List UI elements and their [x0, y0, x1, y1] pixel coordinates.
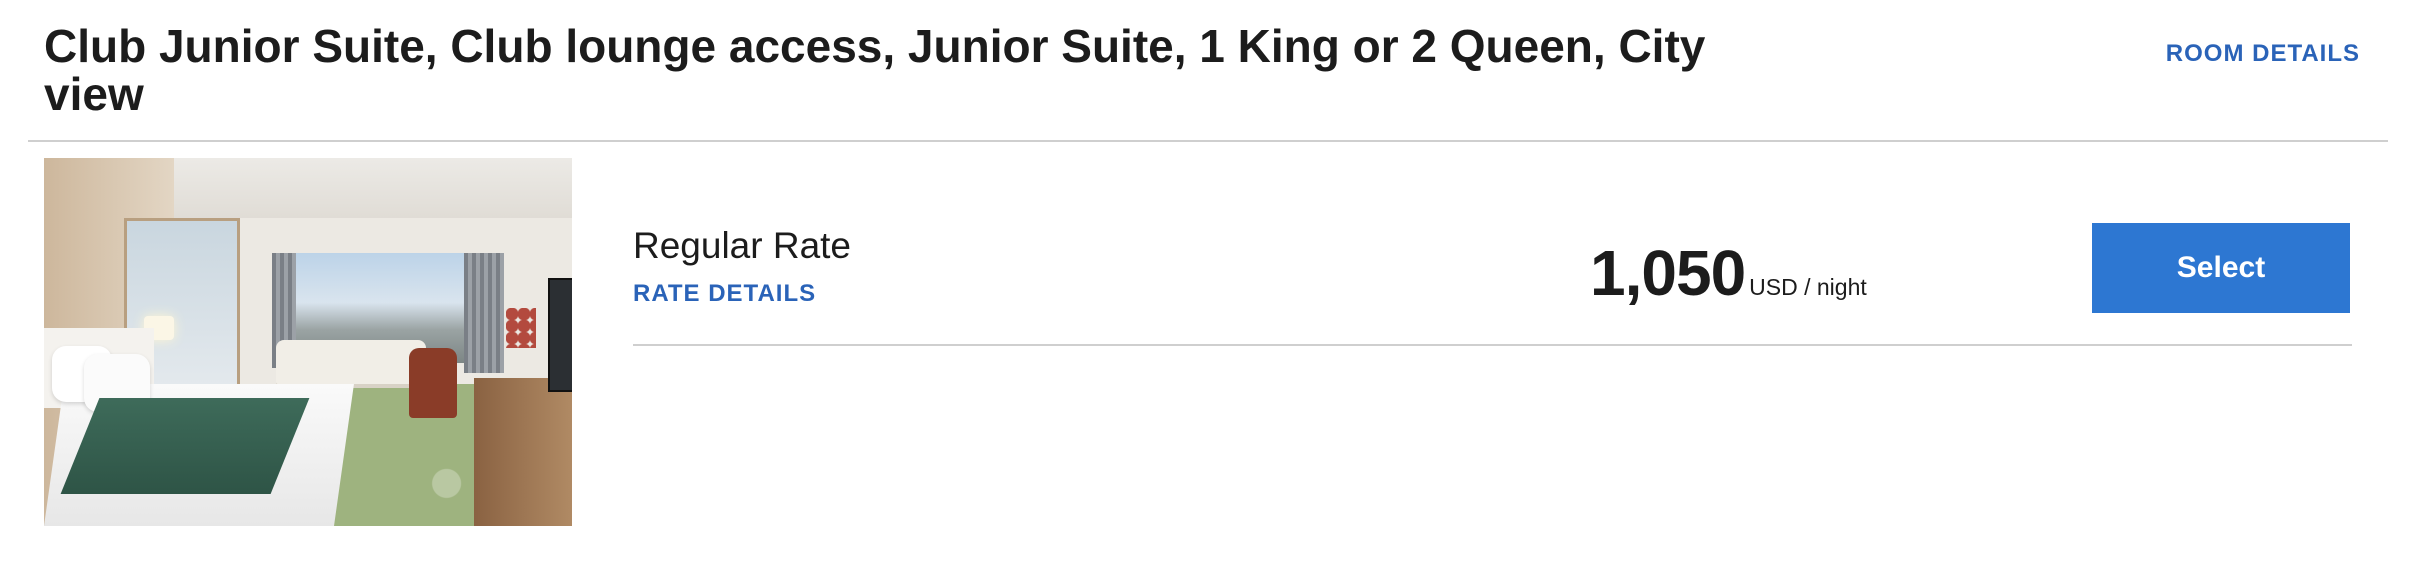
- photo-tv: [548, 278, 572, 392]
- rate-divider: [633, 344, 2352, 346]
- rate-details-link[interactable]: RATE DETAILS: [633, 280, 816, 308]
- select-button[interactable]: Select: [2092, 223, 2350, 313]
- room-rate-card: Club Junior Suite, Club lounge access, J…: [0, 0, 2412, 570]
- photo-desk: [474, 378, 572, 526]
- rate-price: 1,050 USD / night: [1590, 238, 1867, 308]
- price-unit: USD / night: [1749, 274, 1867, 300]
- photo-flowers: [506, 308, 536, 348]
- photo-sofa: [276, 340, 426, 384]
- room-photo: [44, 158, 572, 526]
- photo-chair: [409, 348, 457, 418]
- rate-name: Regular Rate: [633, 225, 852, 266]
- header-divider: [28, 140, 2388, 142]
- room-title: Club Junior Suite, Club lounge access, J…: [44, 20, 1706, 120]
- photo-bed-throw: [60, 398, 310, 494]
- price-amount: 1,050: [1590, 237, 1746, 309]
- room-details-link[interactable]: ROOM DETAILS: [2166, 40, 2360, 68]
- photo-curtain-right: [464, 253, 504, 373]
